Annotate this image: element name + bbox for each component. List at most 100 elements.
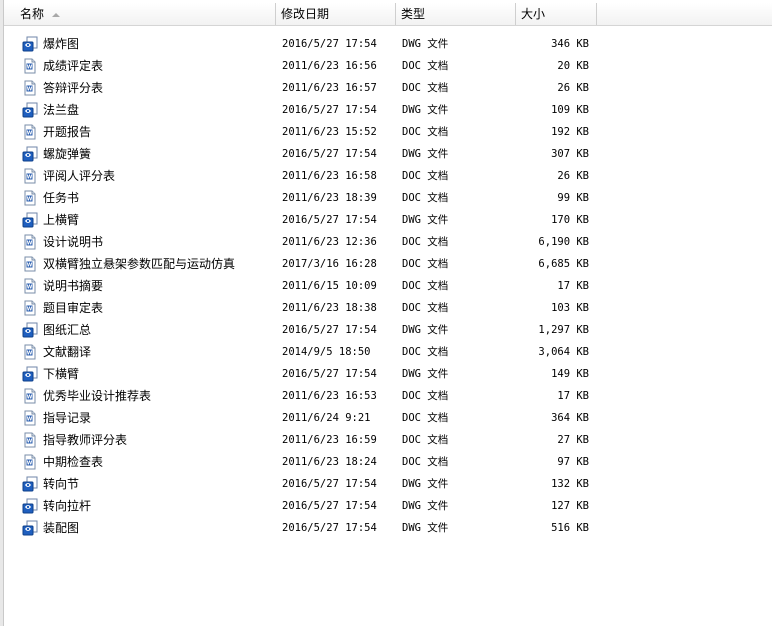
file-modified-date: 2011/6/24 9:21 bbox=[282, 412, 371, 424]
file-modified-date: 2011/6/23 16:59 bbox=[282, 434, 377, 446]
file-type: DOC 文档 bbox=[402, 346, 449, 358]
file-row[interactable]: W 题目审定表 2011/6/23 18:38 DOC 文档 103 KB bbox=[4, 297, 772, 319]
file-list: 爆炸图 2016/5/27 17:54 DWG 文件 346 KB W 成绩评定表 2011… bbox=[4, 33, 772, 539]
file-size: 20 KB bbox=[557, 60, 589, 72]
column-header-type[interactable]: 类型 bbox=[396, 3, 516, 25]
doc-file-icon: W bbox=[22, 344, 38, 360]
file-row[interactable]: W 双横臂独立悬架参数匹配与运动仿真 2017/3/16 16:28 DOC 文档 6,… bbox=[4, 253, 772, 275]
file-row[interactable]: W 成绩评定表 2011/6/23 16:56 DOC 文档 20 KB bbox=[4, 55, 772, 77]
file-size: 27 KB bbox=[557, 434, 589, 446]
doc-file-icon: W bbox=[22, 58, 38, 74]
svg-text:W: W bbox=[27, 262, 33, 268]
column-header-size-label: 大小 bbox=[521, 7, 546, 21]
file-name: 设计说明书 bbox=[43, 235, 104, 249]
file-modified-date: 2017/3/16 16:28 bbox=[282, 258, 377, 270]
file-name: 文献翻译 bbox=[43, 345, 92, 359]
file-type: DWG 文件 bbox=[402, 148, 449, 160]
file-row[interactable]: W 设计说明书 2011/6/23 12:36 DOC 文档 6,190 KB bbox=[4, 231, 772, 253]
doc-file-icon: W bbox=[22, 388, 38, 404]
column-header-date[interactable]: 修改日期 bbox=[276, 3, 396, 25]
file-size: 17 KB bbox=[557, 390, 589, 402]
file-name: 评阅人评分表 bbox=[43, 169, 116, 183]
file-modified-date: 2011/6/23 18:38 bbox=[282, 302, 377, 314]
file-modified-date: 2011/6/23 16:53 bbox=[282, 390, 377, 402]
file-row[interactable]: 法兰盘 2016/5/27 17:54 DWG 文件 109 KB bbox=[4, 99, 772, 121]
column-header-date-label: 修改日期 bbox=[281, 7, 330, 21]
file-name: 上横臂 bbox=[43, 213, 80, 227]
file-row[interactable]: 螺旋弹簧 2016/5/27 17:54 DWG 文件 307 KB bbox=[4, 143, 772, 165]
file-name: 开题报告 bbox=[43, 125, 92, 139]
file-row[interactable]: 上横臂 2016/5/27 17:54 DWG 文件 170 KB bbox=[4, 209, 772, 231]
file-type: DWG 文件 bbox=[402, 500, 449, 512]
file-name: 指导记录 bbox=[43, 411, 92, 425]
file-row[interactable]: W 答辩评分表 2011/6/23 16:57 DOC 文档 26 KB bbox=[4, 77, 772, 99]
file-type: DOC 文档 bbox=[402, 82, 449, 94]
file-row[interactable]: 装配图 2016/5/27 17:54 DWG 文件 516 KB bbox=[4, 517, 772, 539]
file-row[interactable]: 下横臂 2016/5/27 17:54 DWG 文件 149 KB bbox=[4, 363, 772, 385]
file-name: 优秀毕业设计推荐表 bbox=[43, 389, 152, 403]
file-name: 答辩评分表 bbox=[43, 81, 104, 95]
file-explorer-window: 名称 修改日期 类型 大小 爆炸图 2016/5/27 17:54 DWG 文件 34… bbox=[0, 0, 772, 626]
file-row[interactable]: 转向拉杆 2016/5/27 17:54 DWG 文件 127 KB bbox=[4, 495, 772, 517]
doc-file-icon: W bbox=[22, 278, 38, 294]
doc-file-icon: W bbox=[22, 80, 38, 96]
file-row[interactable]: W 中期检查表 2011/6/23 18:24 DOC 文档 97 KB bbox=[4, 451, 772, 473]
svg-text:W: W bbox=[27, 306, 33, 312]
file-row[interactable]: 爆炸图 2016/5/27 17:54 DWG 文件 346 KB bbox=[4, 33, 772, 55]
file-modified-date: 2016/5/27 17:54 bbox=[282, 478, 377, 490]
file-type: DWG 文件 bbox=[402, 104, 449, 116]
file-size: 109 KB bbox=[551, 104, 589, 116]
file-size: 516 KB bbox=[551, 522, 589, 534]
file-row[interactable]: W 开题报告 2011/6/23 15:52 DOC 文档 192 KB bbox=[4, 121, 772, 143]
file-size: 3,064 KB bbox=[538, 346, 589, 358]
file-type: DOC 文档 bbox=[402, 258, 449, 270]
file-name: 法兰盘 bbox=[43, 103, 80, 117]
file-name: 下横臂 bbox=[43, 367, 80, 381]
file-size: 99 KB bbox=[557, 192, 589, 204]
dwg-file-icon bbox=[22, 520, 38, 536]
column-header-size[interactable]: 大小 bbox=[516, 3, 597, 25]
column-header-name[interactable]: 名称 bbox=[4, 3, 276, 25]
svg-text:W: W bbox=[27, 86, 33, 92]
file-name: 螺旋弹簧 bbox=[43, 147, 92, 161]
file-row[interactable]: W 优秀毕业设计推荐表 2011/6/23 16:53 DOC 文档 17 KB bbox=[4, 385, 772, 407]
file-name: 说明书摘要 bbox=[43, 279, 104, 293]
file-modified-date: 2011/6/23 16:57 bbox=[282, 82, 377, 94]
file-row[interactable]: W 指导记录 2011/6/24 9:21 DOC 文档 364 KB bbox=[4, 407, 772, 429]
file-type: DOC 文档 bbox=[402, 170, 449, 182]
file-size: 1,297 KB bbox=[538, 324, 589, 336]
file-row[interactable]: W 文献翻译 2014/9/5 18:50 DOC 文档 3,064 KB bbox=[4, 341, 772, 363]
dwg-file-icon bbox=[22, 498, 38, 514]
file-name: 转向节 bbox=[43, 477, 80, 491]
file-type: DOC 文档 bbox=[402, 456, 449, 468]
file-row[interactable]: W 任务书 2011/6/23 18:39 DOC 文档 99 KB bbox=[4, 187, 772, 209]
file-row[interactable]: W 评阅人评分表 2011/6/23 16:58 DOC 文档 26 KB bbox=[4, 165, 772, 187]
dwg-file-icon bbox=[22, 366, 38, 382]
file-type: DOC 文档 bbox=[402, 236, 449, 248]
file-row[interactable]: 转向节 2016/5/27 17:54 DWG 文件 132 KB bbox=[4, 473, 772, 495]
file-size: 364 KB bbox=[551, 412, 589, 424]
file-size: 170 KB bbox=[551, 214, 589, 226]
doc-file-icon: W bbox=[22, 454, 38, 470]
file-type: DOC 文档 bbox=[402, 126, 449, 138]
file-modified-date: 2016/5/27 17:54 bbox=[282, 38, 377, 50]
file-type: DOC 文档 bbox=[402, 390, 449, 402]
dwg-file-icon bbox=[22, 146, 38, 162]
svg-text:W: W bbox=[27, 130, 33, 136]
file-row[interactable]: 图纸汇总 2016/5/27 17:54 DWG 文件 1,297 KB bbox=[4, 319, 772, 341]
file-modified-date: 2011/6/15 10:09 bbox=[282, 280, 377, 292]
file-size: 103 KB bbox=[551, 302, 589, 314]
file-name: 任务书 bbox=[43, 191, 80, 205]
dwg-file-icon bbox=[22, 212, 38, 228]
file-size: 307 KB bbox=[551, 148, 589, 160]
file-type: DOC 文档 bbox=[402, 60, 449, 72]
file-type: DWG 文件 bbox=[402, 478, 449, 490]
column-header-bar: 名称 修改日期 类型 大小 bbox=[4, 3, 772, 26]
doc-file-icon: W bbox=[22, 168, 38, 184]
file-name: 转向拉杆 bbox=[43, 499, 92, 513]
file-row[interactable]: W 指导教师评分表 2011/6/23 16:59 DOC 文档 27 KB bbox=[4, 429, 772, 451]
file-row[interactable]: W 说明书摘要 2011/6/15 10:09 DOC 文档 17 KB bbox=[4, 275, 772, 297]
file-type: DOC 文档 bbox=[402, 192, 449, 204]
file-type: DWG 文件 bbox=[402, 522, 449, 534]
dwg-file-icon bbox=[22, 476, 38, 492]
